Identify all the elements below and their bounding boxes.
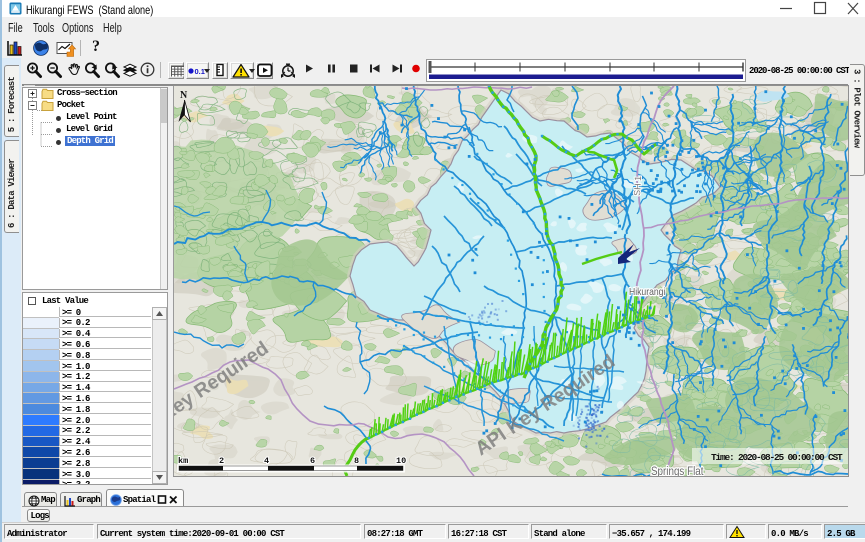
svg-text:10: 10 bbox=[396, 456, 406, 466]
svg-text:4: 4 bbox=[264, 456, 269, 466]
svg-text:Springs Flat: Springs Flat bbox=[651, 465, 703, 476]
svg-text:6: 6 bbox=[310, 456, 315, 466]
svg-text:SH 1: SH 1 bbox=[632, 176, 643, 197]
svg-text:Time: 2020-08-25 00:00:00 CST: Time: 2020-08-25 00:00:00 CST bbox=[711, 452, 843, 463]
svg-text:8: 8 bbox=[354, 456, 359, 466]
svg-text:Hikurangi: Hikurangi bbox=[629, 286, 665, 298]
svg-text:2: 2 bbox=[219, 456, 224, 466]
svg-text:N: N bbox=[180, 90, 188, 101]
svg-text:km: km bbox=[178, 456, 188, 466]
